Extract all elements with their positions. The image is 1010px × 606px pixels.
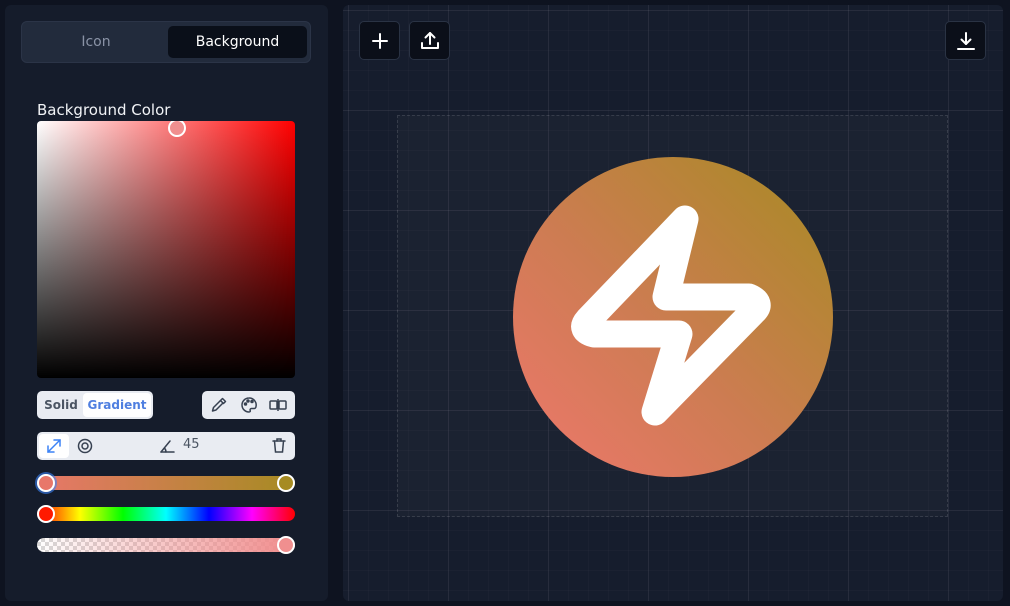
plus-icon (372, 33, 388, 49)
gradient-end-stop[interactable] (277, 474, 295, 492)
fill-mode-toggle: Solid Gradient (37, 391, 153, 419)
trash-icon[interactable] (269, 434, 289, 458)
saturation-value-picker[interactable] (37, 121, 295, 378)
tab-background[interactable]: Background (168, 26, 307, 58)
tab-bar: Icon Background (21, 21, 311, 63)
download-icon (957, 32, 975, 50)
hue-slider[interactable] (37, 505, 295, 523)
add-button[interactable] (359, 21, 400, 60)
icon-preview[interactable] (513, 157, 833, 477)
gradient-settings-bar: 45 (37, 432, 295, 460)
color-picker-thumb[interactable] (168, 121, 186, 137)
alpha-slider-knob[interactable] (277, 536, 295, 554)
alpha-slider[interactable] (37, 536, 295, 554)
lightning-bolt-icon (571, 205, 771, 426)
swap-colors-icon[interactable] (268, 395, 288, 415)
upload-icon (421, 32, 439, 49)
canvas-area (343, 5, 1003, 601)
angle-icon (157, 434, 177, 458)
gradient-stops-slider[interactable] (37, 474, 295, 492)
upload-button[interactable] (409, 21, 450, 60)
download-button[interactable] (945, 21, 986, 60)
eyedropper-icon[interactable] (209, 395, 229, 415)
settings-panel: Icon Background Background Color Solid G… (5, 5, 328, 601)
palette-icon[interactable] (239, 395, 259, 415)
gradient-start-stop[interactable] (37, 474, 55, 492)
tab-icon[interactable]: Icon (26, 26, 166, 58)
hue-slider-knob[interactable] (37, 505, 55, 523)
linear-gradient-button[interactable] (39, 434, 69, 458)
color-tools (202, 391, 295, 419)
solid-mode-button[interactable]: Solid (39, 393, 83, 417)
section-title: Background Color (37, 101, 171, 119)
radial-gradient-button[interactable] (75, 434, 95, 458)
gradient-mode-button[interactable]: Gradient (83, 393, 151, 417)
angle-value[interactable]: 45 (183, 437, 200, 452)
